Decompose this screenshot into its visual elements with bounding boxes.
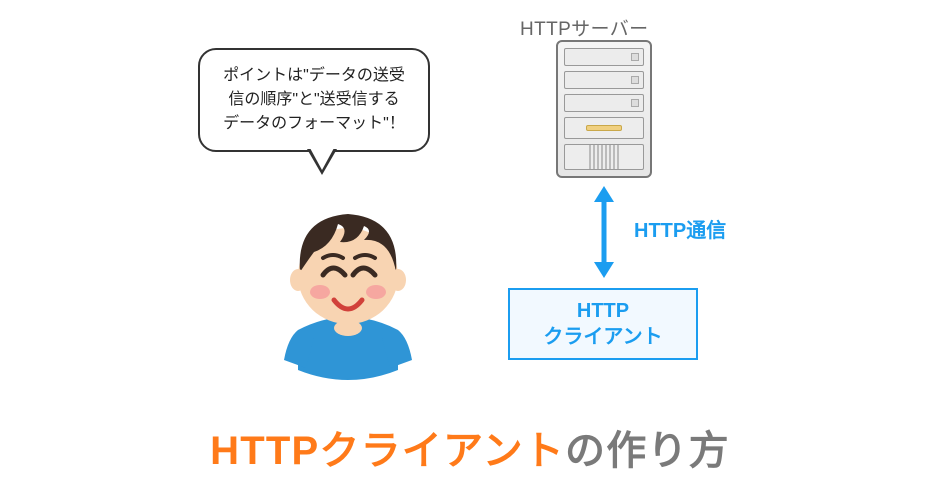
diagram-stage: ポイントは"データの送受 信の順序"と"送受信する データのフォーマット"！ <box>0 0 940 503</box>
title-highlight: HTTPクライアント <box>210 429 565 473</box>
client-line: クライアント <box>543 324 662 350</box>
arrow-label: HTTP通信 <box>634 214 726 243</box>
server-icon <box>556 40 652 178</box>
server-label: HTTPサーバー <box>520 14 648 41</box>
page-title: HTTPクライアントの作り方 <box>0 418 940 476</box>
boy-illustration <box>268 180 428 380</box>
bubble-line: 信の順序"と"送受信する <box>212 88 416 112</box>
speech-bubble: ポイントは"データの送受 信の順序"と"送受信する データのフォーマット"！ <box>198 48 430 152</box>
title-rest: の作り方 <box>565 429 730 473</box>
client-line: HTTP <box>577 298 629 324</box>
bubble-line: データのフォーマット"！ <box>212 112 416 136</box>
http-client-box: HTTP クライアント <box>508 288 698 360</box>
double-arrow-icon <box>590 186 618 278</box>
bubble-line: ポイントは"データの送受 <box>212 64 416 88</box>
